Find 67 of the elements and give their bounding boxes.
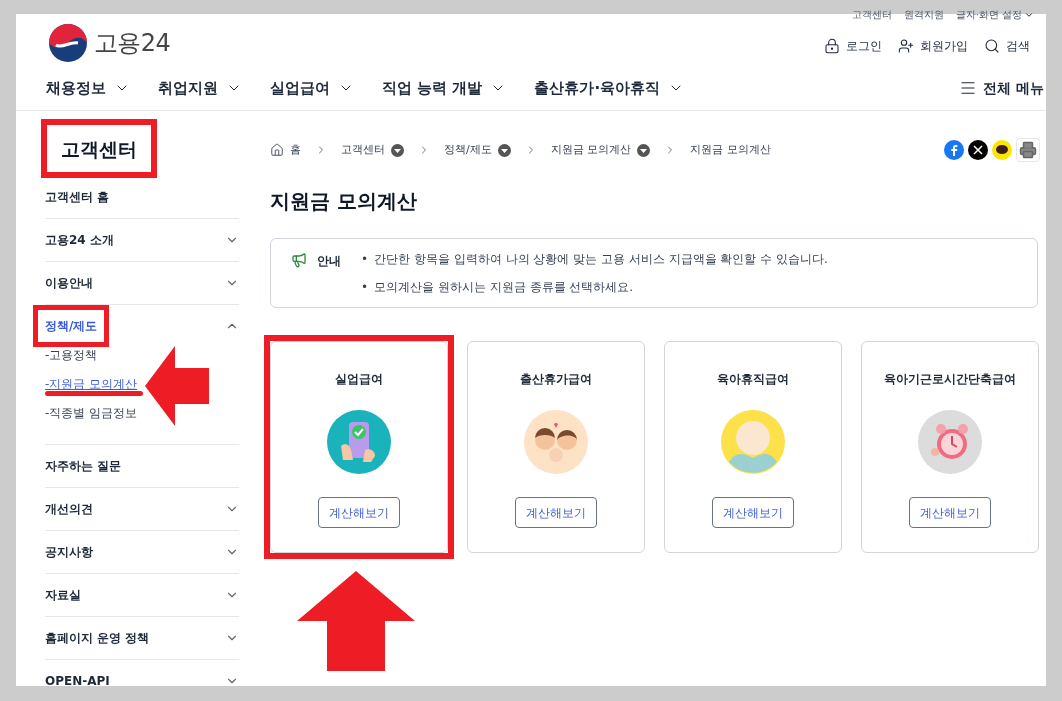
calculate-button[interactable]: 계산해보기 bbox=[515, 497, 597, 528]
nav-menu[interactable]: 출산휴가·육아휴직 bbox=[534, 76, 685, 100]
search-icon bbox=[984, 38, 1000, 54]
nav-menu[interactable]: 직업 능력 개발 bbox=[382, 76, 507, 100]
sidebar-title: 고객센터 bbox=[61, 137, 137, 162]
menu-icon bbox=[959, 79, 978, 97]
user-plus-icon bbox=[898, 38, 914, 54]
page-title: 지원금 모의계산 bbox=[270, 188, 418, 215]
speech-bubble-icon[interactable] bbox=[992, 140, 1012, 160]
calculate-button[interactable]: 계산해보기 bbox=[712, 497, 794, 528]
card-title: 육아휴직급여 bbox=[717, 371, 789, 388]
sidebar-item[interactable]: 개선의견 bbox=[29, 487, 239, 530]
header-link[interactable]: 로그인 bbox=[824, 37, 882, 55]
dropdown-icon[interactable] bbox=[497, 143, 511, 157]
breadcrumb-link[interactable]: 지원금 모의계산 bbox=[550, 141, 632, 159]
utility-link[interactable]: 원격지원 bbox=[903, 10, 944, 20]
breadcrumb-link[interactable]: 정책/제도 bbox=[444, 141, 492, 159]
submenu-link[interactable]: -지원금 모의계산 bbox=[45, 375, 138, 393]
notice-label: 안내 bbox=[317, 253, 341, 270]
sidebar-item[interactable]: 홈페이지 운영 정책 bbox=[29, 616, 239, 659]
left-arrow-icon bbox=[145, 345, 209, 426]
nav-menu[interactable]: 실업급여 bbox=[270, 76, 354, 100]
header-link[interactable]: 검색 bbox=[984, 37, 1030, 55]
bullet-mark: • bbox=[361, 251, 369, 268]
sidebar-item[interactable]: 자료실 bbox=[29, 573, 239, 616]
logo-icon bbox=[48, 23, 88, 63]
submenu-link[interactable]: -직종별 임금정보 bbox=[45, 404, 138, 422]
logo-text: 고용24 bbox=[94, 28, 171, 59]
notice-text: 간단한 항목을 입력하여 나의 상황에 맞는 고용 서비스 지급액을 확인할 수 있습니다. bbox=[374, 251, 828, 268]
nav-menu[interactable]: 채용정보 bbox=[46, 76, 130, 100]
print-button[interactable] bbox=[1016, 138, 1040, 162]
sidebar-item[interactable]: 이용안내 bbox=[29, 261, 239, 304]
breadcrumb-link[interactable]: 고객센터 bbox=[341, 141, 385, 159]
breadcrumb-link[interactable]: 지원금 모의계산 bbox=[690, 141, 771, 159]
x-logo-icon[interactable] bbox=[968, 140, 988, 160]
dropdown-icon[interactable] bbox=[391, 143, 404, 157]
calculate-button[interactable]: 계산해보기 bbox=[318, 497, 400, 528]
hand-phone-icon bbox=[327, 410, 391, 474]
megaphone-icon bbox=[291, 252, 307, 268]
lock-icon bbox=[824, 38, 840, 54]
sidebar-item[interactable]: 고용24 소개 bbox=[29, 218, 239, 261]
dropdown-icon[interactable] bbox=[637, 143, 651, 157]
breadcrumb-link[interactable]: 홈 bbox=[290, 141, 301, 159]
bullet-mark: • bbox=[361, 279, 369, 296]
card-title: 육아기근로시간단축급여 bbox=[884, 371, 1016, 388]
home-icon bbox=[270, 143, 284, 157]
submenu-link[interactable]: -고용정책 bbox=[45, 346, 98, 364]
chevron-down-icon[interactable] bbox=[1024, 10, 1034, 20]
family-icon bbox=[524, 410, 588, 474]
alarm-clock-icon bbox=[918, 410, 982, 474]
card-title: 실업급여 bbox=[335, 371, 383, 388]
card-title: 출산휴가급여 bbox=[520, 371, 592, 388]
nav-menu[interactable]: 취업지원 bbox=[158, 76, 242, 100]
calculate-button[interactable]: 계산해보기 bbox=[909, 497, 991, 528]
baby-icon bbox=[721, 410, 785, 474]
notice-text: 모의계산을 원하시는 지원금 종류를 선택하세요. bbox=[374, 279, 634, 296]
sidebar-item[interactable]: 정책/제도 bbox=[29, 304, 239, 347]
printer-icon bbox=[1019, 141, 1037, 159]
sidebar-item[interactable]: 공지사항 bbox=[29, 530, 239, 573]
utility-link[interactable]: 고객센터 bbox=[851, 10, 892, 20]
utility-link[interactable]: 글자·화면 설정 bbox=[955, 10, 1022, 20]
facebook-icon[interactable] bbox=[944, 140, 964, 160]
sidebar-item[interactable]: 고객센터 홈 bbox=[29, 175, 239, 218]
sidebar-item[interactable]: OPEN-API bbox=[29, 659, 239, 701]
sidebar-item[interactable]: 자주하는 질문 bbox=[29, 444, 239, 487]
header-link[interactable]: 회원가입 bbox=[898, 37, 968, 55]
all-menu-button[interactable]: 전체 메뉴 bbox=[959, 77, 1044, 99]
